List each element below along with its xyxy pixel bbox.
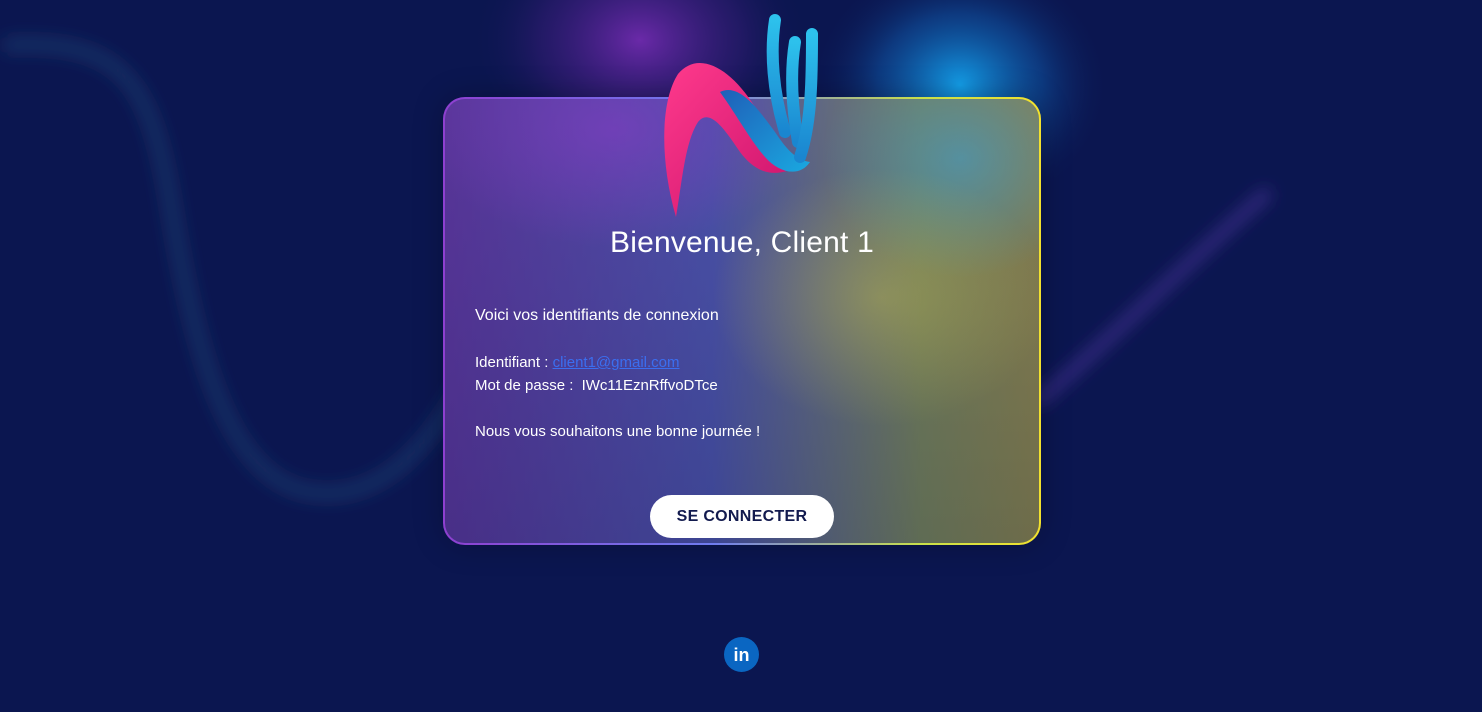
password-row: Mot de passe : IWc11EznRffvoDTce	[475, 377, 718, 395]
brand-logo-icon	[664, 14, 818, 217]
welcome-title: Bienvenue, Client 1	[610, 226, 874, 259]
identifier-row: Identifiant : client1@gmail.com	[475, 354, 680, 372]
credentials-intro: Voici vos identifiants de connexion	[475, 307, 719, 324]
closing-message: Nous vous souhaitons une bonne journée !	[475, 423, 761, 440]
identifier-label: Identifiant :	[475, 354, 553, 371]
password-value: IWc11EznRffvoDTce	[581, 377, 718, 394]
password-label: Mot de passe :	[475, 377, 578, 394]
identifier-email-link[interactable]: client1@gmail.com	[553, 354, 680, 371]
linkedin-icon-text: in	[734, 645, 750, 665]
linkedin-link[interactable]: in	[724, 637, 759, 672]
linkedin-icon: in	[734, 645, 750, 665]
connect-button[interactable]: SE CONNECTER	[650, 495, 834, 538]
